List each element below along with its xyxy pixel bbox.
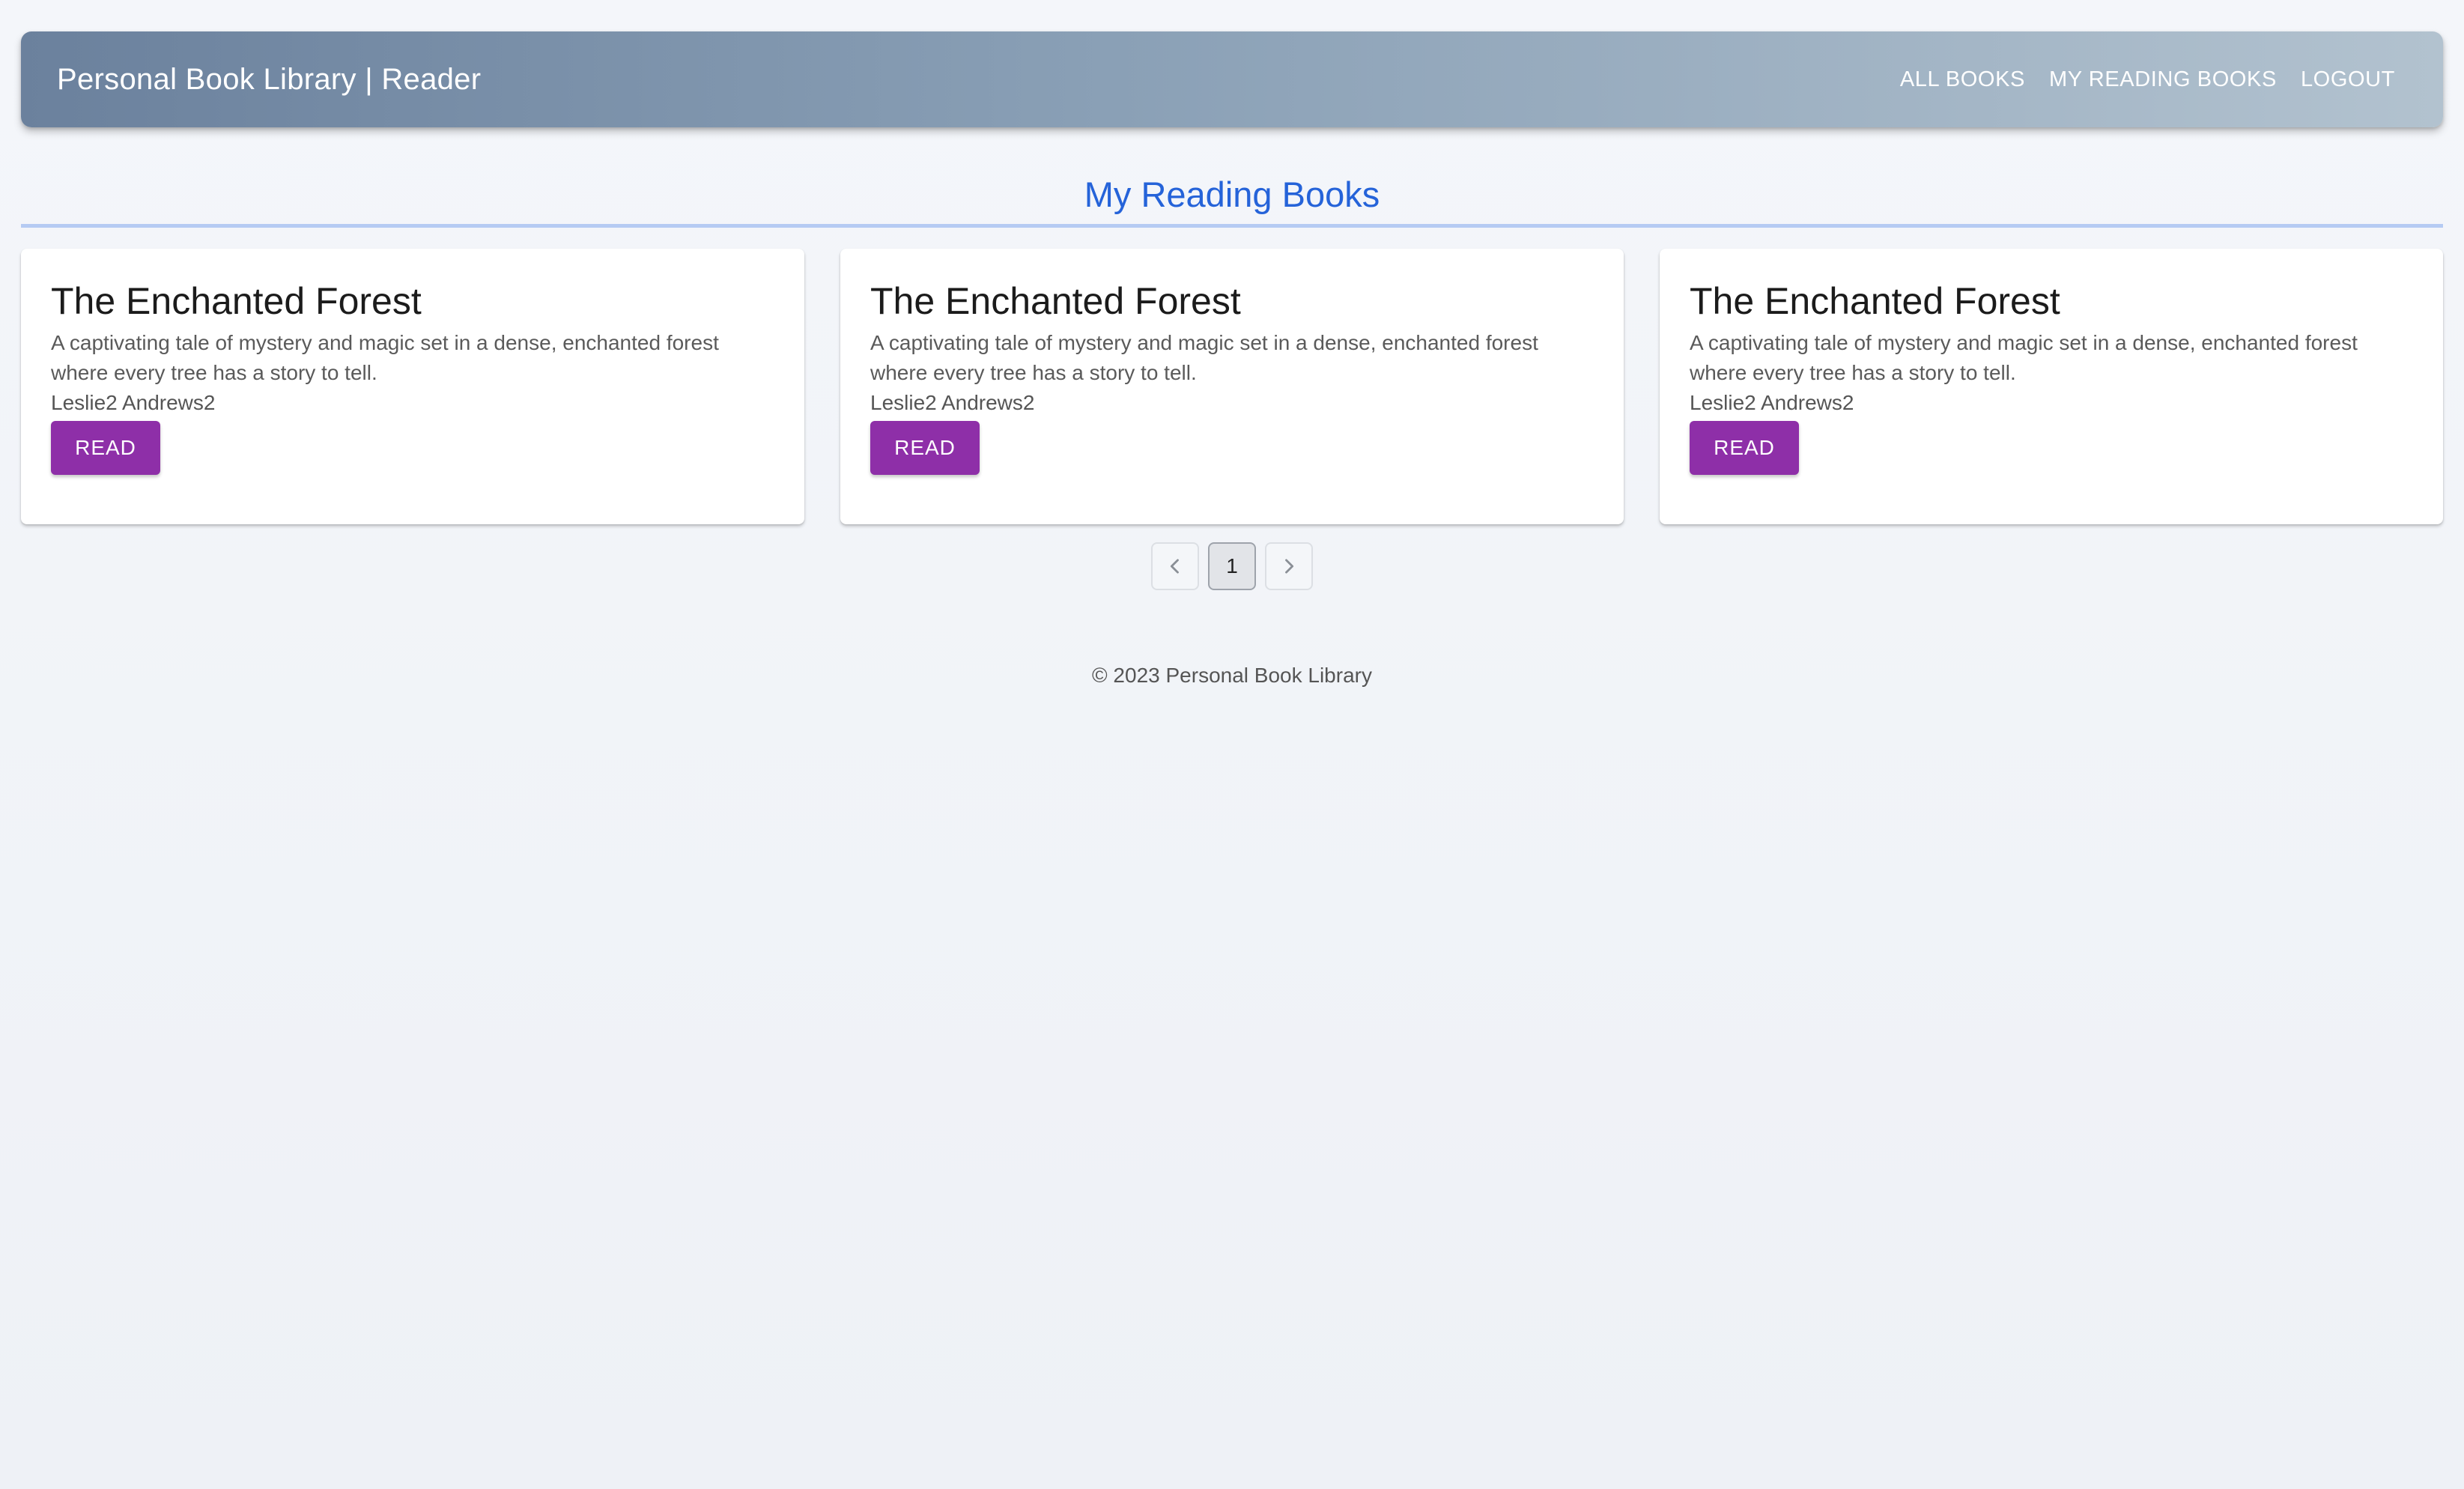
pagination: 1: [21, 542, 2443, 590]
book-card: The Enchanted Forest A captivating tale …: [840, 249, 1624, 524]
nav-all-books[interactable]: ALL BOOKS: [1888, 57, 2037, 103]
page-title: My Reading Books: [1084, 175, 1380, 214]
read-button[interactable]: READ: [870, 421, 980, 475]
book-title: The Enchanted Forest: [1690, 280, 2060, 322]
book-description: A captivating tale of mystery and magic …: [870, 331, 1538, 384]
brand-title: Personal Book Library | Reader: [57, 62, 482, 96]
read-button[interactable]: READ: [51, 421, 160, 475]
footer-copyright: © 2023 Personal Book Library: [1092, 664, 1372, 687]
book-description: A captivating tale of mystery and magic …: [51, 331, 719, 384]
nav-logout[interactable]: LOGOUT: [2289, 57, 2407, 103]
book-list: The Enchanted Forest A captivating tale …: [21, 249, 2443, 524]
chevron-left-icon: [1170, 559, 1179, 574]
book-author: Leslie2 Andrews2: [1690, 391, 1854, 414]
next-page-button[interactable]: [1265, 542, 1313, 590]
page-number-button[interactable]: 1: [1208, 542, 1256, 590]
book-title: The Enchanted Forest: [51, 280, 422, 322]
chevron-right-icon: [1285, 559, 1294, 574]
app-header: Personal Book Library | Reader ALL BOOKS…: [21, 31, 2443, 127]
book-author: Leslie2 Andrews2: [870, 391, 1035, 414]
prev-page-button[interactable]: [1151, 542, 1199, 590]
book-author: Leslie2 Andrews2: [51, 391, 216, 414]
main-nav: ALL BOOKS MY READING BOOKS LOGOUT: [1888, 57, 2407, 103]
book-description: A captivating tale of mystery and magic …: [1690, 331, 2358, 384]
book-card: The Enchanted Forest A captivating tale …: [1660, 249, 2443, 524]
page-title-section: My Reading Books: [21, 174, 2443, 228]
nav-my-reading-books[interactable]: MY READING BOOKS: [2037, 57, 2289, 103]
book-title: The Enchanted Forest: [870, 280, 1241, 322]
read-button[interactable]: READ: [1690, 421, 1799, 475]
book-card: The Enchanted Forest A captivating tale …: [21, 249, 804, 524]
app-root: Personal Book Library | Reader ALL BOOKS…: [0, 0, 2464, 1489]
